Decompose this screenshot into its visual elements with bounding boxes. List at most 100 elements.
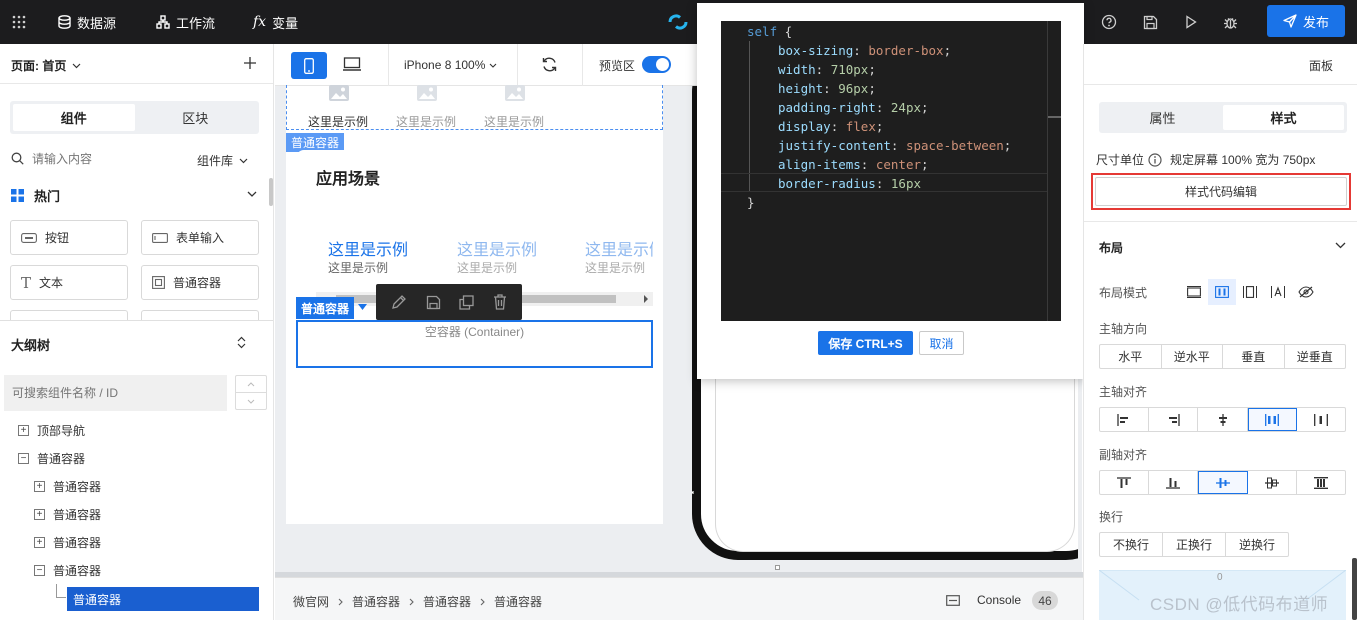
expand-icon[interactable]: + (34, 536, 45, 548)
component-form-input[interactable]: 表单输入 (141, 220, 259, 255)
justify-center-icon[interactable] (1198, 408, 1248, 431)
debug-bug-icon[interactable] (1223, 0, 1238, 44)
justify-space-around-icon[interactable] (1297, 408, 1345, 431)
wrap-option[interactable]: 正换行 (1163, 533, 1226, 556)
tab-blocks[interactable]: 区块 (135, 104, 257, 131)
layout-inline-icon[interactable] (1264, 279, 1292, 305)
nowrap-option[interactable]: 不换行 (1100, 533, 1163, 556)
copy-icon[interactable] (459, 294, 474, 310)
tree-node[interactable]: + 普通容器 (34, 532, 101, 552)
console-icon[interactable] (946, 595, 960, 606)
add-page-icon[interactable] (244, 57, 256, 69)
scrollbar[interactable] (269, 178, 273, 206)
style-code-edit-button[interactable]: 样式代码编辑 (1095, 177, 1347, 206)
publish-button[interactable]: 发布 (1267, 5, 1345, 37)
justify-start-icon[interactable] (1100, 408, 1150, 431)
tree-node[interactable]: + 普通容器 (34, 504, 101, 524)
align-bottom-icon[interactable] (1149, 471, 1199, 494)
cancel-button[interactable]: 取消 (919, 331, 964, 355)
panel-label[interactable]: 面板 (1309, 57, 1333, 74)
direction-row-reverse-option[interactable]: 逆水平 (1162, 345, 1223, 368)
layout-hidden-icon[interactable] (1292, 279, 1320, 305)
resize-handle[interactable] (775, 565, 780, 570)
image-row-container[interactable]: 这里是示例 这里是示例 这里是示例 (286, 85, 663, 130)
play-icon[interactable] (1185, 0, 1197, 44)
logo-icon (668, 0, 688, 44)
align-stretch-icon[interactable] (1297, 471, 1345, 494)
component-search-input[interactable] (32, 149, 182, 169)
info-icon[interactable] (1148, 152, 1162, 167)
breadcrumb-item[interactable]: 微官网 (293, 593, 329, 610)
breadcrumb-item[interactable]: 普通容器 (352, 593, 400, 610)
layout-inline-block-icon[interactable] (1236, 279, 1264, 305)
justify-end-icon[interactable] (1149, 408, 1199, 431)
direction-column-reverse-option[interactable]: 逆垂直 (1285, 345, 1346, 368)
page-selector[interactable]: 页面: 首页 (11, 57, 81, 74)
component-button[interactable]: 按钮 (10, 220, 128, 255)
layout-flex-icon[interactable] (1208, 279, 1236, 305)
direction-column-option[interactable]: 垂直 (1223, 345, 1285, 368)
expand-icon[interactable]: + (34, 508, 45, 520)
chevron-down-icon[interactable] (1335, 242, 1346, 249)
save-icon[interactable] (1143, 0, 1158, 44)
preview-toggle[interactable] (642, 56, 671, 73)
tree-node-selected[interactable]: 普通容器 (67, 587, 259, 611)
datasource-menu[interactable]: 数据源 (58, 0, 116, 44)
desktop-view-icon[interactable] (343, 57, 361, 71)
justify-space-between-icon[interactable] (1247, 408, 1297, 431)
scrollbar[interactable] (1352, 558, 1357, 620)
align-center-icon[interactable] (1198, 471, 1248, 494)
expand-icon[interactable]: + (34, 480, 45, 492)
apps-grid-icon[interactable] (12, 0, 26, 44)
tree-node[interactable]: + 普通容器 (34, 476, 101, 496)
tab-styles[interactable]: 样式 (1223, 105, 1344, 130)
wrap-reverse-option[interactable]: 逆换行 (1226, 533, 1288, 556)
breadcrumb-item[interactable]: 普通容器 (423, 593, 471, 610)
chevron-down-icon[interactable] (247, 191, 257, 197)
expand-icon[interactable]: + (18, 424, 29, 436)
component-partial (10, 310, 128, 320)
console-label[interactable]: Console (977, 593, 1021, 607)
layout-block-icon[interactable] (1180, 279, 1208, 305)
outline-search-input[interactable] (4, 375, 227, 411)
workflow-menu[interactable]: 工作流 (156, 0, 215, 44)
empty-container[interactable]: 空容器 (Container) (296, 320, 653, 368)
save-icon[interactable] (426, 295, 441, 310)
stepper-up-icon[interactable] (236, 376, 266, 393)
expand-collapse-icon[interactable] (237, 336, 246, 349)
save-code-button[interactable]: 保存 CTRL+S (818, 331, 913, 355)
canvas-gutter (676, 86, 692, 576)
delete-trash-icon[interactable] (493, 294, 507, 310)
refresh-icon[interactable] (541, 56, 558, 73)
tree-node[interactable]: − 普通容器 (34, 560, 101, 580)
library-selector[interactable]: 组件库 (197, 152, 248, 169)
edit-pencil-icon[interactable] (391, 294, 407, 310)
example-label: 这里是示例 (484, 115, 545, 129)
collapse-icon[interactable]: − (18, 452, 29, 464)
scroll-right-icon[interactable] (643, 295, 649, 303)
help-icon[interactable] (1101, 0, 1117, 44)
stepper[interactable] (235, 375, 267, 410)
collapse-icon[interactable]: − (34, 564, 45, 576)
example-label: 这里是示例 (308, 115, 369, 129)
category-hot[interactable]: 热门 (11, 186, 60, 205)
selected-tag[interactable]: 普通容器 (296, 297, 355, 319)
tab-components[interactable]: 组件 (13, 104, 135, 131)
direction-row-option[interactable]: 水平 (1100, 345, 1162, 368)
tree-node[interactable]: − 普通容器 (18, 448, 85, 468)
align-baseline-icon[interactable] (1248, 471, 1297, 494)
component-text[interactable]: T 文本 (10, 265, 128, 300)
variables-menu[interactable]: fx 变量 (253, 0, 298, 44)
mobile-view-button[interactable] (291, 52, 327, 79)
breadcrumb-item[interactable]: 普通容器 (494, 593, 542, 610)
caret-down-icon[interactable] (358, 304, 367, 310)
align-top-icon[interactable] (1100, 471, 1150, 494)
tab-properties[interactable]: 属性 (1102, 105, 1223, 130)
device-selector[interactable]: iPhone 8 100% (404, 58, 497, 72)
tree-node[interactable]: + 顶部导航 (18, 420, 85, 440)
code-editor[interactable]: self { box-sizing: border-box; width: 71… (721, 21, 1061, 321)
component-container[interactable]: 普通容器 (141, 265, 259, 300)
stepper-down-icon[interactable] (236, 393, 266, 409)
resize-handle[interactable] (692, 491, 694, 494)
margin-top-value[interactable]: 0 (1217, 572, 1223, 583)
